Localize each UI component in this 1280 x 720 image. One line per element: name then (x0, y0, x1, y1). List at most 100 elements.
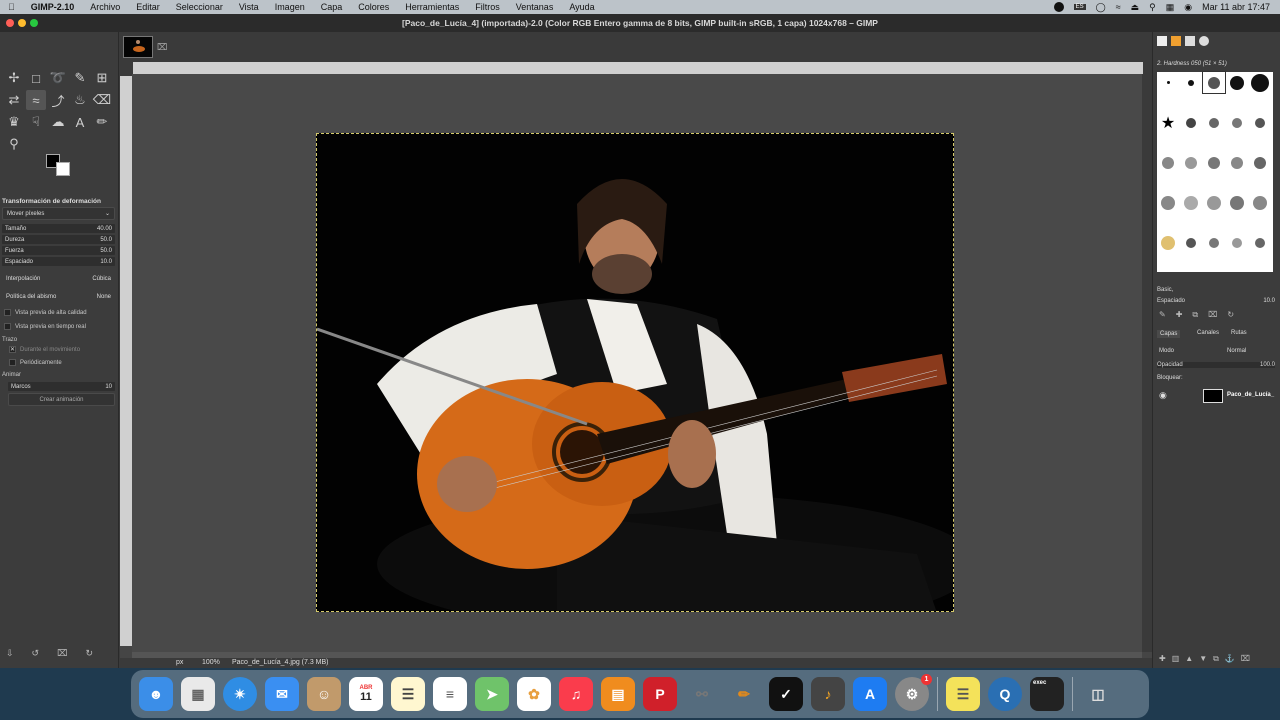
abyss-policy-select[interactable]: Política del abismo None (2, 290, 115, 303)
menu-seleccionar[interactable]: Seleccionar (168, 0, 231, 14)
zoom-tool-icon[interactable]: ⚲ (4, 134, 24, 154)
delete-layer-icon[interactable]: ⌧ (1241, 654, 1250, 664)
menu-capa[interactable]: Capa (313, 0, 351, 14)
launchpad-icon[interactable]: ▦ (181, 677, 215, 711)
transform-icon[interactable]: ⇄ (4, 90, 24, 110)
help-tab-icon[interactable] (1199, 36, 1209, 46)
menu-ayuda[interactable]: Ayuda (561, 0, 602, 14)
menu-editar[interactable]: Editar (128, 0, 168, 14)
frames-spin[interactable]: Marcos 10 (8, 382, 115, 391)
eject-icon[interactable]: ⏏ (1131, 2, 1140, 13)
brush-item[interactable] (1157, 72, 1179, 93)
siri-icon[interactable]: ◉ (1184, 2, 1192, 13)
create-animation-button[interactable]: Crear animación (8, 393, 115, 406)
tab-layers[interactable]: Capas (1157, 330, 1181, 338)
trash-icon[interactable]: ◫ (1081, 677, 1115, 711)
brush-item[interactable] (1249, 72, 1271, 93)
finder-icon[interactable]: ☻ (139, 677, 173, 711)
canvas[interactable] (132, 74, 1142, 652)
duplicate-brush-icon[interactable]: ⧉ (1192, 310, 1198, 320)
system-settings-icon[interactable]: ⚙ 1 (895, 674, 932, 711)
duplicate-layer-icon[interactable]: ⧉ (1213, 654, 1219, 664)
delete-preset-icon[interactable]: ⌧ (57, 648, 67, 659)
brush-item[interactable] (1203, 193, 1225, 214)
clone-icon[interactable]: ♛ (4, 112, 24, 132)
zoom-select[interactable]: 100% (202, 659, 220, 666)
crop-icon[interactable]: ⊞ (92, 68, 112, 88)
calendar-icon[interactable]: ABR 11 (349, 677, 383, 711)
anchor-layer-icon[interactable]: ⚓ (1225, 654, 1235, 664)
refresh-brushes-icon[interactable]: ↻ (1227, 310, 1234, 320)
brush-item[interactable] (1226, 112, 1248, 133)
layer-row[interactable]: ◉ Paco_de_Lucía_ (1153, 386, 1280, 406)
contacts-icon[interactable]: ☺ (307, 677, 341, 711)
brush-item[interactable] (1226, 152, 1248, 173)
brush-item[interactable] (1203, 152, 1225, 173)
photos-icon[interactable]: ✿ (517, 677, 551, 711)
periodically-checkbox[interactable]: Periódicamente (9, 359, 62, 366)
bucket-fill-icon[interactable]: ♨ (70, 90, 90, 110)
menu-herramientas[interactable]: Herramientas (397, 0, 467, 14)
app-store-icon[interactable]: A (853, 677, 887, 711)
tab-channels[interactable]: Canales (1197, 330, 1219, 336)
warp-transform-icon[interactable]: ≈ (26, 90, 46, 110)
hardness-slider[interactable]: Dureza 50.0 (2, 235, 115, 244)
brush-item[interactable] (1180, 193, 1202, 214)
vertical-scrollbar[interactable] (1142, 74, 1152, 652)
reset-icon[interactable]: ↻ (85, 648, 93, 659)
mail-icon[interactable]: ✉ (265, 677, 299, 711)
fuzzy-select-icon[interactable]: ✎ (70, 68, 90, 88)
gimp-icon[interactable]: ⚯ (685, 677, 719, 711)
brush-item[interactable] (1226, 72, 1248, 93)
raise-layer-icon[interactable]: ▲ (1185, 654, 1193, 664)
app-menu[interactable]: GIMP-2.10 (23, 0, 83, 14)
brush-item[interactable] (1180, 233, 1202, 254)
move-tool-icon[interactable]: ✢ (4, 68, 24, 88)
dodge-icon[interactable]: ☁ (48, 112, 68, 132)
menu-archivo[interactable]: Archivo (82, 0, 128, 14)
stickies-icon[interactable]: ☰ (946, 677, 980, 711)
control-center-icon[interactable]: ▦ (1166, 2, 1175, 13)
fonts-tab-icon[interactable] (1185, 36, 1195, 46)
new-layer-icon[interactable]: ✚ (1159, 654, 1166, 664)
hq-preview-checkbox[interactable]: Vista previa de alta calidad (4, 309, 87, 316)
maps-icon[interactable]: ➤ (475, 677, 509, 711)
brush-item[interactable] (1157, 233, 1179, 254)
close-button[interactable] (6, 19, 14, 27)
interpolation-select[interactable]: Interpolación Cúbica (2, 272, 115, 285)
zoom-button[interactable] (30, 19, 38, 27)
color-picker-icon[interactable]: ✏ (92, 112, 112, 132)
menu-filtros[interactable]: Filtros (467, 0, 508, 14)
save-preset-icon[interactable]: ⇩ (6, 648, 14, 659)
brush-tag[interactable]: Basic, (1157, 287, 1173, 293)
menu-colores[interactable]: Colores (350, 0, 397, 14)
menu-ventanas[interactable]: Ventanas (508, 0, 562, 14)
lasso-icon[interactable]: ➰ (48, 68, 68, 88)
brush-item[interactable] (1157, 193, 1179, 214)
input-language[interactable]: ES (1073, 4, 1086, 10)
books-icon[interactable]: ▤ (601, 677, 635, 711)
clock[interactable]: Mar 11 abr 17:47 (1202, 2, 1270, 12)
close-tab-icon[interactable]: ⌧ (157, 42, 167, 53)
wifi-icon[interactable]: ≈ (1116, 2, 1121, 12)
brush-item[interactable] (1157, 152, 1179, 173)
brush-item[interactable] (1203, 112, 1225, 133)
menu-imagen[interactable]: Imagen (267, 0, 313, 14)
tab-paths[interactable]: Rutas (1231, 330, 1247, 336)
image-canvas[interactable] (316, 133, 954, 612)
pdf-app-icon[interactable]: P (643, 677, 677, 711)
during-motion-checkbox[interactable]: ✕ Durante el movimiento (9, 346, 80, 353)
strength-slider[interactable]: Fuerza 50.0 (2, 246, 115, 255)
brush-item[interactable] (1226, 193, 1248, 214)
layer-group-icon[interactable]: ▥ (1172, 654, 1180, 664)
brush-item[interactable] (1249, 193, 1271, 214)
brush-item[interactable] (1180, 112, 1202, 133)
brush-item[interactable] (1249, 233, 1271, 254)
brushes-tab-icon[interactable] (1157, 36, 1167, 46)
new-brush-icon[interactable]: ✚ (1176, 310, 1183, 320)
search-icon[interactable]: ⚲ (1149, 2, 1156, 13)
apple-icon[interactable]:  (0, 0, 23, 14)
brush-item[interactable] (1226, 233, 1248, 254)
record-icon[interactable] (1053, 2, 1064, 12)
music-icon[interactable]: ♫ (559, 677, 593, 711)
